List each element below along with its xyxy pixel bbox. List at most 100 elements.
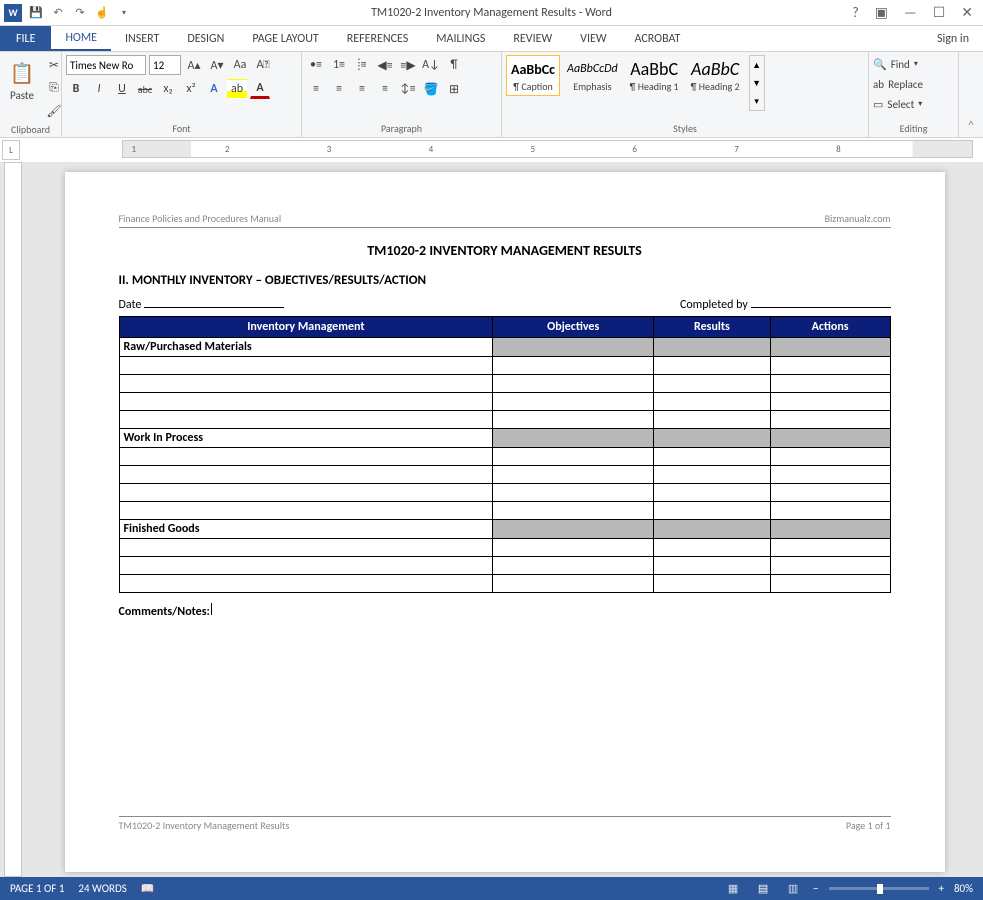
borders-icon[interactable]: ⊞ bbox=[444, 79, 464, 99]
cat-finished[interactable]: Finished Goods bbox=[119, 520, 493, 539]
styles-more-icon[interactable]: ▾ bbox=[750, 92, 764, 110]
proofing-icon[interactable]: 📖 bbox=[141, 882, 155, 895]
font-color-icon[interactable]: A bbox=[250, 79, 270, 99]
horizontal-ruler[interactable]: 1 2 3 4 5 6 7 8 bbox=[122, 140, 973, 158]
comments-label[interactable]: Comments/Notes: bbox=[119, 603, 891, 619]
subscript-button[interactable]: x₂ bbox=[158, 79, 178, 99]
style-heading2[interactable]: AaBbC¶ Heading 2 bbox=[686, 55, 745, 96]
font-name-input[interactable] bbox=[66, 55, 146, 75]
align-right-icon[interactable]: ≡ bbox=[352, 79, 372, 99]
sign-in-link[interactable]: Sign in bbox=[923, 26, 983, 51]
text-effects-icon[interactable]: A bbox=[204, 79, 224, 99]
print-layout-icon[interactable]: ▤ bbox=[753, 881, 773, 897]
zoom-out-icon[interactable]: − bbox=[813, 882, 818, 895]
date-blank[interactable] bbox=[144, 296, 284, 308]
styles-down-icon[interactable]: ▼ bbox=[750, 74, 764, 92]
zoom-slider[interactable] bbox=[829, 887, 929, 890]
ribbon-tabs: FILE HOME INSERT DESIGN PAGE LAYOUT REFE… bbox=[0, 26, 983, 52]
header-right: Bizmanualz.com bbox=[825, 212, 891, 225]
page[interactable]: Finance Policies and Procedures Manual B… bbox=[65, 172, 945, 872]
page-status[interactable]: PAGE 1 OF 1 bbox=[10, 882, 64, 895]
zoom-thumb[interactable] bbox=[877, 884, 883, 894]
group-label-styles: Styles bbox=[506, 120, 864, 137]
tab-acrobat[interactable]: ACROBAT bbox=[621, 26, 695, 51]
tab-selector[interactable]: L bbox=[2, 140, 20, 160]
ribbon-display-icon[interactable]: ▣ bbox=[875, 4, 888, 21]
help-icon[interactable]: ? bbox=[852, 4, 859, 21]
bullets-icon[interactable]: •≡ bbox=[306, 55, 326, 75]
justify-icon[interactable]: ≡ bbox=[375, 79, 395, 99]
tab-insert[interactable]: INSERT bbox=[111, 26, 173, 51]
maximize-icon[interactable]: ☐ bbox=[933, 4, 946, 21]
group-label-font: Font bbox=[66, 120, 297, 137]
decrease-indent-icon[interactable]: ◀≡ bbox=[375, 55, 395, 75]
page-footer: TM1020-2 Inventory Management Results Pa… bbox=[119, 816, 891, 832]
group-font: A▴ A▾ Aa A⃠ B I U abc x₂ x² A ab A Font bbox=[62, 52, 302, 137]
italic-button[interactable]: I bbox=[89, 79, 109, 99]
minimize-icon[interactable]: — bbox=[904, 4, 917, 21]
read-mode-icon[interactable]: ▦ bbox=[723, 881, 743, 897]
replace-button[interactable]: abReplace bbox=[873, 75, 923, 93]
close-icon[interactable]: ✕ bbox=[961, 4, 973, 21]
font-size-input[interactable] bbox=[149, 55, 181, 75]
tab-file[interactable]: FILE bbox=[0, 26, 51, 51]
style-caption[interactable]: AaBbCc¶ Caption bbox=[506, 55, 560, 96]
sort-icon[interactable]: A↓ bbox=[421, 55, 441, 75]
zoom-in-icon[interactable]: + bbox=[939, 882, 944, 895]
multilevel-icon[interactable]: ⁞≡ bbox=[352, 55, 372, 75]
change-case-icon[interactable]: Aa bbox=[230, 55, 250, 75]
styles-up-icon[interactable]: ▲ bbox=[750, 56, 764, 74]
zoom-level[interactable]: 80% bbox=[954, 882, 973, 895]
strikethrough-button[interactable]: abc bbox=[135, 79, 155, 99]
customize-qat-icon[interactable]: ▾ bbox=[116, 5, 132, 21]
replace-icon: ab bbox=[873, 78, 884, 91]
align-left-icon[interactable]: ≡ bbox=[306, 79, 326, 99]
redo-icon[interactable]: ↷ bbox=[72, 5, 88, 21]
web-layout-icon[interactable]: ▥ bbox=[783, 881, 803, 897]
numbering-icon[interactable]: 1≡ bbox=[329, 55, 349, 75]
increase-indent-icon[interactable]: ≡▶ bbox=[398, 55, 418, 75]
find-button[interactable]: 🔍Find▾ bbox=[873, 55, 923, 73]
tab-page-layout[interactable]: PAGE LAYOUT bbox=[238, 26, 332, 51]
cut-icon[interactable]: ✂ bbox=[44, 55, 64, 75]
align-center-icon[interactable]: ≡ bbox=[329, 79, 349, 99]
header-left: Finance Policies and Procedures Manual bbox=[119, 212, 282, 225]
word-icon: W bbox=[4, 4, 22, 22]
select-button[interactable]: ▭Select▾ bbox=[873, 95, 923, 113]
paste-button[interactable]: 📋 Paste bbox=[4, 55, 40, 104]
document-area: Finance Policies and Procedures Manual B… bbox=[0, 162, 983, 877]
vertical-ruler[interactable] bbox=[4, 162, 22, 877]
show-marks-icon[interactable]: ¶ bbox=[444, 55, 464, 75]
tab-review[interactable]: REVIEW bbox=[499, 26, 566, 51]
line-spacing-icon[interactable]: ↕≡ bbox=[398, 79, 418, 99]
touch-mode-icon[interactable]: ☝ bbox=[94, 5, 110, 21]
bold-button[interactable]: B bbox=[66, 79, 86, 99]
shading-icon[interactable]: 🪣 bbox=[421, 79, 441, 99]
save-icon[interactable]: 💾 bbox=[28, 5, 44, 21]
undo-icon[interactable]: ↶ bbox=[50, 5, 66, 21]
page-viewport[interactable]: Finance Policies and Procedures Manual B… bbox=[26, 162, 983, 877]
format-painter-icon[interactable]: 🖌 bbox=[44, 101, 64, 121]
highlight-icon[interactable]: ab bbox=[227, 79, 247, 99]
th-inventory: Inventory Management bbox=[119, 317, 493, 338]
copy-icon[interactable]: ⎘ bbox=[44, 78, 64, 98]
cat-raw[interactable]: Raw/Purchased Materials bbox=[119, 338, 493, 357]
tab-references[interactable]: REFERENCES bbox=[333, 26, 423, 51]
tab-view[interactable]: VIEW bbox=[566, 26, 620, 51]
completed-blank[interactable] bbox=[751, 296, 891, 308]
collapse-ribbon-icon[interactable]: ^ bbox=[959, 52, 983, 137]
clear-formatting-icon[interactable]: A⃠ bbox=[253, 55, 273, 75]
style-heading1[interactable]: AaBbC¶ Heading 1 bbox=[625, 55, 684, 96]
tab-mailings[interactable]: MAILINGS bbox=[422, 26, 499, 51]
shrink-font-icon[interactable]: A▾ bbox=[207, 55, 227, 75]
cat-wip[interactable]: Work In Process bbox=[119, 429, 493, 448]
group-paragraph: •≡ 1≡ ⁞≡ ◀≡ ≡▶ A↓ ¶ ≡ ≡ ≡ ≡ ↕≡ 🪣 ⊞ Parag… bbox=[302, 52, 502, 137]
styles-gallery[interactable]: AaBbCc¶ Caption AaBbCcDdEmphasis AaBbC¶ … bbox=[506, 55, 745, 96]
tab-home[interactable]: HOME bbox=[51, 26, 111, 51]
tab-design[interactable]: DESIGN bbox=[173, 26, 238, 51]
style-emphasis[interactable]: AaBbCcDdEmphasis bbox=[562, 55, 623, 96]
underline-button[interactable]: U bbox=[112, 79, 132, 99]
superscript-button[interactable]: x² bbox=[181, 79, 201, 99]
grow-font-icon[interactable]: A▴ bbox=[184, 55, 204, 75]
word-count[interactable]: 24 WORDS bbox=[78, 882, 126, 895]
